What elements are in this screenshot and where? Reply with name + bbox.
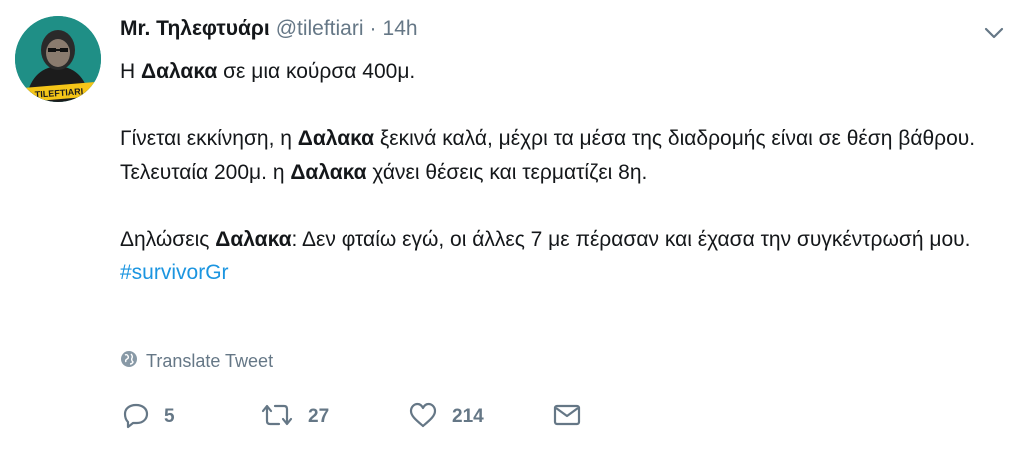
reply-count: 5 bbox=[164, 406, 175, 427]
user-handle[interactable]: @tileftiari bbox=[276, 17, 364, 41]
separator-dot: · bbox=[369, 17, 377, 40]
tweet-card: TILEFTIARI Mr. Τηλεφτυάρι @tileftiari · … bbox=[0, 0, 1024, 449]
retweet-icon bbox=[260, 401, 294, 434]
avatar[interactable]: TILEFTIARI bbox=[15, 16, 101, 102]
tweet-actions: 5 27 214 bbox=[122, 401, 582, 433]
display-name[interactable]: Mr. Τηλεφτυάρι bbox=[120, 17, 270, 41]
translate-tweet-link[interactable]: Translate Tweet bbox=[120, 350, 273, 373]
globe-icon bbox=[120, 350, 138, 373]
tweet-line-4: Δηλώσεις Δαλακα: Δεν φταίω εγώ, οι άλλες… bbox=[120, 227, 971, 285]
translate-label: Translate Tweet bbox=[146, 351, 274, 371]
hashtag-link[interactable]: #survivorGr bbox=[120, 261, 229, 284]
reply-button[interactable]: 5 bbox=[122, 401, 260, 434]
like-button[interactable]: 214 bbox=[408, 401, 552, 434]
tweet-line-3: Τελευταία 200μ. η Δαλακα χάνει θέσεις κα… bbox=[120, 160, 648, 184]
retweet-count: 27 bbox=[308, 406, 330, 427]
like-count: 214 bbox=[452, 406, 484, 427]
retweet-button[interactable]: 27 bbox=[260, 401, 408, 434]
heart-icon bbox=[408, 401, 438, 434]
reply-icon bbox=[122, 401, 150, 434]
direct-message-button[interactable] bbox=[552, 401, 582, 434]
envelope-icon bbox=[552, 401, 582, 434]
tweet-timestamp[interactable]: 14h bbox=[383, 17, 418, 41]
tweet-line-2: Γίνεται εκκίνηση, η Δαλακα ξεκινά καλά, … bbox=[120, 127, 976, 150]
tweet-text: Η Δαλακα σε μια κούρσα 400μ. Γίνεται εκκ… bbox=[120, 55, 1000, 290]
tweet-header: Mr. Τηλεφτυάρι @tileftiari · 14h bbox=[120, 17, 418, 47]
tweet-line-1: Η Δαλακα σε μια κούρσα 400μ. bbox=[120, 60, 416, 83]
more-options-caret-icon[interactable] bbox=[982, 24, 1006, 42]
